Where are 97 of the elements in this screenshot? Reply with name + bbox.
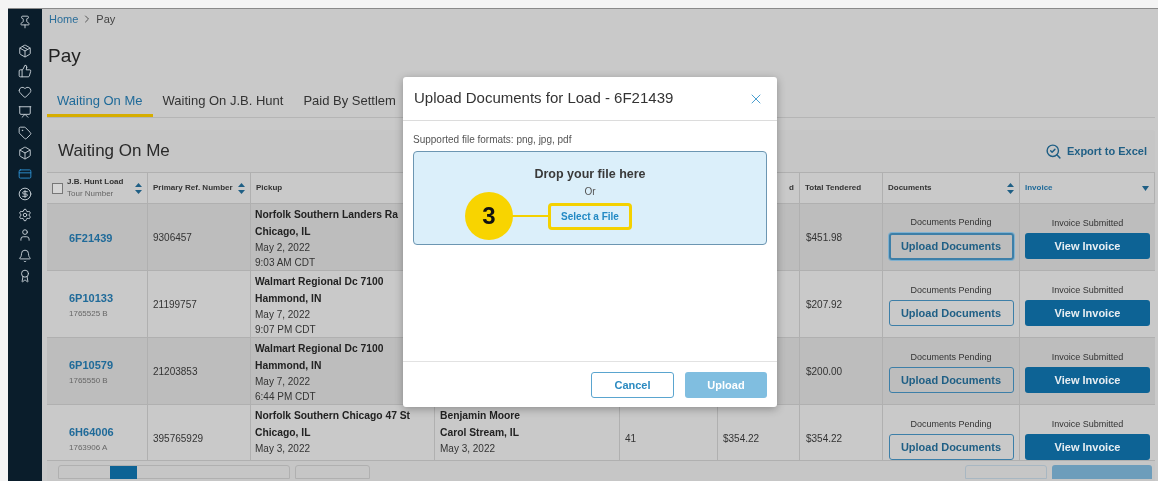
checkbox[interactable] [52, 182, 63, 194]
table-cell-text: 21203853 [153, 365, 198, 380]
load-link[interactable]: 6P10133 [69, 289, 114, 307]
pickup-city: Hammond, IN [255, 292, 322, 307]
table-cell-text: $354.22 [723, 432, 760, 447]
dollar-icon[interactable] [18, 187, 32, 201]
status-text: Invoice Submitted [1051, 283, 1124, 297]
current-page-button[interactable] [110, 466, 137, 480]
column-header: J.B. Hunt Load [67, 176, 124, 189]
pickup-time: 9:07 PM CDT [255, 323, 316, 338]
pickup-city: Hammond, IN [255, 359, 322, 374]
pin-icon[interactable] [18, 15, 32, 29]
column-subheader: Tour Number [67, 188, 115, 201]
card-title: Waiting On Me [58, 140, 170, 163]
search-icon [1044, 142, 1062, 160]
upload-documents-button[interactable]: Upload Documents [888, 232, 1014, 260]
sort-icon[interactable] [1007, 182, 1014, 194]
pickup-date: May 2, 2022 [255, 241, 311, 256]
pickup-city: Chicago, IL [255, 426, 311, 441]
table-cell-text: 9306457 [153, 231, 192, 246]
status-text: Invoice Submitted [1051, 417, 1124, 431]
tab[interactable]: Waiting On Me [47, 88, 153, 117]
upload-documents-button[interactable]: Upload Documents [888, 367, 1014, 394]
tour-number: 1763906 A [69, 442, 109, 455]
pickup-name: Norfolk Southern Landers Ra [255, 208, 399, 223]
leader-line [512, 215, 548, 217]
card-icon[interactable] [18, 166, 32, 181]
award-icon[interactable] [18, 269, 32, 283]
table-cell-text: 41 [625, 432, 637, 447]
sort-icon[interactable] [135, 182, 142, 194]
breadcrumb-link[interactable]: Home [49, 10, 79, 28]
column-header: Total Tendered [805, 182, 862, 195]
tour-number: 1765550 B [69, 375, 109, 388]
upload-documents-button[interactable]: Upload Documents [888, 300, 1014, 327]
delivery-date: May 3, 2022 [440, 442, 496, 457]
tag-icon[interactable] [18, 125, 32, 140]
status-text: Documents Pending [910, 216, 992, 230]
table-cell-text: $207.92 [806, 298, 843, 313]
pickup-name: Norfolk Southern Chicago 47 St [255, 409, 411, 424]
load-link[interactable]: 6H64006 [69, 423, 114, 441]
thumbs-up-icon[interactable] [18, 64, 32, 78]
pickup-time: 9:03 AM CDT [255, 256, 316, 271]
bell-icon[interactable] [18, 248, 32, 263]
column-header: Documents [888, 182, 932, 195]
status-text: Documents Pending [910, 417, 992, 431]
status-text: Documents Pending [910, 350, 992, 364]
load-link[interactable]: 6F21439 [69, 229, 113, 247]
dialog-title: Upload Documents for Load - 6F21439 [414, 88, 674, 109]
package-icon[interactable] [18, 43, 32, 58]
view-invoice-button[interactable]: View Invoice [1025, 300, 1150, 327]
settings-icon[interactable] [18, 207, 32, 222]
status-text: Invoice Submitted [1051, 350, 1124, 364]
pickup-date: May 7, 2022 [255, 308, 311, 323]
table-cell-text: $354.22 [806, 432, 843, 447]
load-link[interactable]: 6P10579 [69, 356, 114, 374]
delivery-name: Benjamin Moore [440, 409, 521, 424]
tour-number: 1765525 B [69, 308, 109, 321]
pickup-date: May 3, 2022 [255, 442, 311, 457]
column-header: Invoice [1025, 182, 1053, 195]
or-text: Or [584, 185, 596, 198]
tab[interactable]: Waiting On J.B. Hunt [152, 88, 294, 117]
pagination-control[interactable] [58, 465, 290, 480]
breadcrumb-current: Pay [96, 11, 116, 27]
pickup-date: May 7, 2022 [255, 375, 311, 390]
table-cell-text: $451.98 [806, 231, 843, 246]
select-file-button[interactable]: Select a File [548, 203, 632, 230]
export-link[interactable]: Export to Excel [1044, 142, 1147, 160]
board-icon[interactable] [18, 105, 32, 119]
column-header: Pickup [256, 182, 283, 195]
status-text: Invoice Submitted [1051, 216, 1124, 230]
tab[interactable]: Paid By Settlem [293, 88, 406, 117]
supported-formats-text: Supported file formats: png, jpg, pdf [413, 134, 573, 146]
heart-icon[interactable] [18, 84, 32, 99]
table-cell-text: 395765929 [153, 432, 204, 447]
pickup-city: Chicago, IL [255, 225, 311, 240]
drop-zone-text: Drop your file here [534, 166, 646, 182]
cancel-button[interactable]: Cancel [591, 372, 674, 398]
view-invoice-button[interactable]: View Invoice [1025, 367, 1150, 394]
pickup-name: Walmart Regional Dc 7100 [255, 342, 384, 357]
view-invoice-button[interactable]: View Invoice [1025, 233, 1150, 260]
status-text: Documents Pending [910, 283, 992, 297]
table-cell-text: $200.00 [806, 365, 843, 380]
column-header: d [789, 182, 794, 195]
user-icon[interactable] [18, 228, 32, 242]
table-cell-text: 21199757 [153, 298, 197, 313]
view-invoice-button[interactable]: View Invoice [1025, 434, 1150, 461]
box-icon[interactable] [18, 146, 32, 160]
upload-documents-button[interactable]: Upload Documents [888, 434, 1014, 461]
drop-zone[interactable]: Drop your file here Or 3 Select a File [413, 151, 767, 245]
sort-icon[interactable] [238, 182, 245, 194]
pickup-time: 6:44 PM CDT [255, 390, 316, 405]
pickup-name: Walmart Regional Dc 7100 [255, 275, 384, 290]
column-header: Primary Ref. Number [153, 182, 233, 195]
delivery-city: Carol Stream, IL [440, 426, 519, 441]
page-title: Pay [48, 44, 81, 68]
step-marker: 3 [465, 192, 513, 240]
sort-icon[interactable] [1142, 185, 1149, 191]
